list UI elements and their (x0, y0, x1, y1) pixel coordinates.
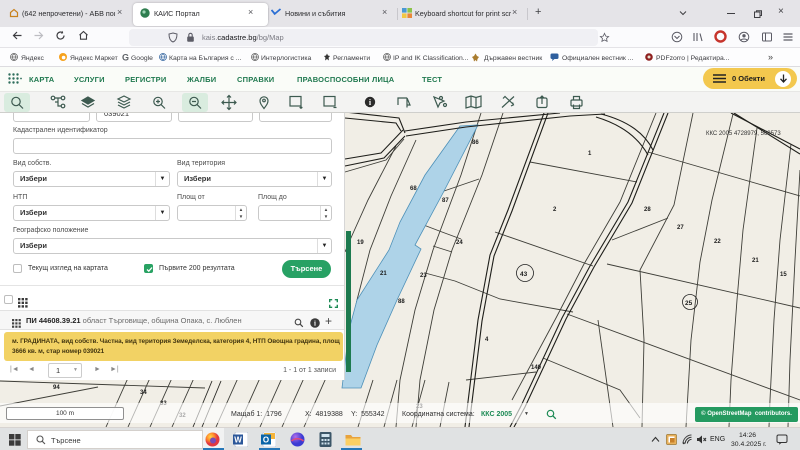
svg-text:22: 22 (714, 239, 721, 245)
svg-text:43: 43 (520, 271, 528, 278)
svg-text:27: 27 (677, 225, 684, 231)
svg-text:34: 34 (140, 390, 147, 396)
svg-text:140: 140 (531, 365, 542, 371)
svg-text:68: 68 (410, 186, 417, 192)
svg-text:23: 23 (420, 273, 427, 279)
svg-text:O: O (263, 436, 269, 445)
svg-text:W: W (234, 436, 242, 445)
svg-text:94: 94 (53, 385, 60, 391)
svg-text:15: 15 (780, 272, 787, 278)
svg-text:88: 88 (398, 299, 405, 305)
svg-text:19: 19 (357, 240, 364, 246)
svg-text:24: 24 (456, 240, 463, 246)
svg-text:28: 28 (644, 207, 651, 213)
svg-text:21: 21 (752, 258, 759, 264)
svg-text:i: i (314, 320, 316, 328)
svg-text:86: 86 (472, 140, 479, 146)
svg-text:21: 21 (380, 271, 387, 277)
svg-text:G: G (122, 53, 129, 62)
svg-text:25: 25 (685, 300, 693, 307)
svg-text:87: 87 (442, 198, 449, 204)
svg-text:ККС 2005 4728979, 569573: ККС 2005 4728979, 569573 (706, 131, 781, 137)
